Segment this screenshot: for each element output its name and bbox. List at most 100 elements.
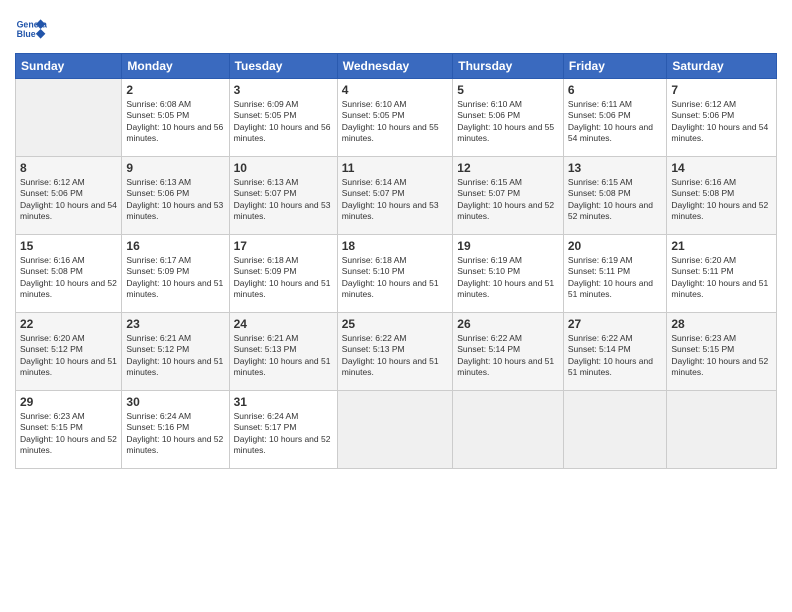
calendar-cell: 16Sunrise: 6:17 AMSunset: 5:09 PMDayligh… <box>122 235 229 313</box>
calendar-table: Sunday Monday Tuesday Wednesday Thursday… <box>15 53 777 469</box>
col-monday: Monday <box>122 54 229 79</box>
sunrise-text: Sunrise: 6:18 AM <box>234 255 299 265</box>
sunset-text: Sunset: 5:05 PM <box>234 110 297 120</box>
daylight-text: Daylight: 10 hours and 54 minutes. <box>671 122 768 143</box>
calendar-week-0: 2 Sunrise: 6:08 AMSunset: 5:05 PMDaylight… <box>16 79 777 157</box>
day-number: 3 <box>234 83 333 97</box>
col-thursday: Thursday <box>453 54 564 79</box>
sunset-text: Sunset: 5:07 PM <box>342 188 405 198</box>
daylight-text: Daylight: 10 hours and 51 minutes. <box>568 356 653 377</box>
sunset-text: Sunset: 5:05 PM <box>342 110 405 120</box>
day-number: 2 <box>126 83 224 97</box>
sunset-text: Sunset: 5:07 PM <box>457 188 520 198</box>
day-info: Sunrise: 6:10 AMSunset: 5:05 PMDaylight:… <box>342 99 449 145</box>
sunrise-text: Sunrise: 6:21 AM <box>234 333 299 343</box>
calendar-cell: 19Sunrise: 6:19 AMSunset: 5:10 PMDayligh… <box>453 235 564 313</box>
sunset-text: Sunset: 5:15 PM <box>20 422 83 432</box>
sunrise-text: Sunrise: 6:22 AM <box>342 333 407 343</box>
day-number: 5 <box>457 83 559 97</box>
day-info: Sunrise: 6:11 AMSunset: 5:06 PMDaylight:… <box>568 99 663 145</box>
day-number: 4 <box>342 83 449 97</box>
col-sunday: Sunday <box>16 54 122 79</box>
daylight-text: Daylight: 10 hours and 54 minutes. <box>20 200 117 221</box>
calendar-cell: 27Sunrise: 6:22 AMSunset: 5:14 PMDayligh… <box>563 313 667 391</box>
sunset-text: Sunset: 5:14 PM <box>568 344 631 354</box>
day-number: 9 <box>126 161 224 175</box>
logo: General Blue <box>15 15 47 43</box>
day-info: Sunrise: 6:14 AMSunset: 5:07 PMDaylight:… <box>342 177 449 223</box>
sunset-text: Sunset: 5:14 PM <box>457 344 520 354</box>
day-number: 17 <box>234 239 333 253</box>
sunset-text: Sunset: 5:15 PM <box>671 344 734 354</box>
calendar-cell: 20Sunrise: 6:19 AMSunset: 5:11 PMDayligh… <box>563 235 667 313</box>
sunset-text: Sunset: 5:08 PM <box>671 188 734 198</box>
sunrise-text: Sunrise: 6:19 AM <box>457 255 522 265</box>
daylight-text: Daylight: 10 hours and 56 minutes. <box>126 122 223 143</box>
calendar-cell: 4 Sunrise: 6:10 AMSunset: 5:05 PMDaylight… <box>337 79 453 157</box>
daylight-text: Daylight: 10 hours and 51 minutes. <box>568 278 653 299</box>
day-number: 15 <box>20 239 117 253</box>
sunset-text: Sunset: 5:05 PM <box>126 110 189 120</box>
day-number: 13 <box>568 161 663 175</box>
day-info: Sunrise: 6:08 AMSunset: 5:05 PMDaylight:… <box>126 99 224 145</box>
calendar-cell <box>667 391 777 469</box>
daylight-text: Daylight: 10 hours and 51 minutes. <box>20 356 117 377</box>
sunset-text: Sunset: 5:12 PM <box>20 344 83 354</box>
daylight-text: Daylight: 10 hours and 53 minutes. <box>342 200 439 221</box>
day-number: 16 <box>126 239 224 253</box>
svg-text:Blue: Blue <box>17 29 36 39</box>
day-info: Sunrise: 6:23 AMSunset: 5:15 PMDaylight:… <box>671 333 772 379</box>
calendar-week-4: 29Sunrise: 6:23 AMSunset: 5:15 PMDayligh… <box>16 391 777 469</box>
sunset-text: Sunset: 5:06 PM <box>568 110 631 120</box>
sunrise-text: Sunrise: 6:12 AM <box>20 177 85 187</box>
calendar-cell: 23Sunrise: 6:21 AMSunset: 5:12 PMDayligh… <box>122 313 229 391</box>
calendar-cell: 5Sunrise: 6:10 AMSunset: 5:06 PMDaylight… <box>453 79 564 157</box>
daylight-text: Daylight: 10 hours and 52 minutes. <box>20 434 117 455</box>
daylight-text: Daylight: 10 hours and 52 minutes. <box>457 200 554 221</box>
calendar-cell: 28 Sunrise: 6:23 AMSunset: 5:15 PMDayligh… <box>667 313 777 391</box>
page-container: General Blue Sunday Monday Tuesday Wedne… <box>0 0 792 479</box>
sunrise-text: Sunrise: 6:10 AM <box>342 99 407 109</box>
calendar-cell: 10Sunrise: 6:13 AMSunset: 5:07 PMDayligh… <box>229 157 337 235</box>
sunset-text: Sunset: 5:10 PM <box>457 266 520 276</box>
sunset-text: Sunset: 5:06 PM <box>671 110 734 120</box>
calendar-cell: 26Sunrise: 6:22 AMSunset: 5:14 PMDayligh… <box>453 313 564 391</box>
day-info: Sunrise: 6:18 AMSunset: 5:10 PMDaylight:… <box>342 255 449 301</box>
day-number: 22 <box>20 317 117 331</box>
daylight-text: Daylight: 10 hours and 52 minutes. <box>568 200 653 221</box>
sunset-text: Sunset: 5:11 PM <box>568 266 630 276</box>
day-info: Sunrise: 6:24 AMSunset: 5:17 PMDaylight:… <box>234 411 333 457</box>
day-info: Sunrise: 6:20 AMSunset: 5:12 PMDaylight:… <box>20 333 117 379</box>
day-number: 11 <box>342 161 449 175</box>
sunrise-text: Sunrise: 6:18 AM <box>342 255 407 265</box>
sunset-text: Sunset: 5:06 PM <box>20 188 83 198</box>
day-number: 30 <box>126 395 224 409</box>
daylight-text: Daylight: 10 hours and 51 minutes. <box>234 278 331 299</box>
sunrise-text: Sunrise: 6:24 AM <box>234 411 299 421</box>
sunset-text: Sunset: 5:09 PM <box>126 266 189 276</box>
col-saturday: Saturday <box>667 54 777 79</box>
header-row: Sunday Monday Tuesday Wednesday Thursday… <box>16 54 777 79</box>
day-info: Sunrise: 6:13 AMSunset: 5:06 PMDaylight:… <box>126 177 224 223</box>
sunrise-text: Sunrise: 6:22 AM <box>568 333 633 343</box>
day-info: Sunrise: 6:15 AMSunset: 5:07 PMDaylight:… <box>457 177 559 223</box>
day-number: 28 <box>671 317 772 331</box>
sunrise-text: Sunrise: 6:09 AM <box>234 99 299 109</box>
day-number: 6 <box>568 83 663 97</box>
sunrise-text: Sunrise: 6:17 AM <box>126 255 191 265</box>
col-friday: Friday <box>563 54 667 79</box>
calendar-cell: 14Sunrise: 6:16 AMSunset: 5:08 PMDayligh… <box>667 157 777 235</box>
sunrise-text: Sunrise: 6:13 AM <box>126 177 191 187</box>
day-info: Sunrise: 6:20 AMSunset: 5:11 PMDaylight:… <box>671 255 772 301</box>
daylight-text: Daylight: 10 hours and 52 minutes. <box>671 200 768 221</box>
calendar-week-1: 8Sunrise: 6:12 AMSunset: 5:06 PMDaylight… <box>16 157 777 235</box>
calendar-cell <box>453 391 564 469</box>
daylight-text: Daylight: 10 hours and 51 minutes. <box>234 356 331 377</box>
sunset-text: Sunset: 5:08 PM <box>568 188 631 198</box>
daylight-text: Daylight: 10 hours and 51 minutes. <box>457 356 554 377</box>
day-info: Sunrise: 6:12 AMSunset: 5:06 PM Daylight:… <box>20 177 117 223</box>
day-number: 14 <box>671 161 772 175</box>
day-number: 21 <box>671 239 772 253</box>
daylight-text: Daylight: 10 hours and 51 minutes. <box>342 278 439 299</box>
calendar-cell: 25Sunrise: 6:22 AMSunset: 5:13 PMDayligh… <box>337 313 453 391</box>
